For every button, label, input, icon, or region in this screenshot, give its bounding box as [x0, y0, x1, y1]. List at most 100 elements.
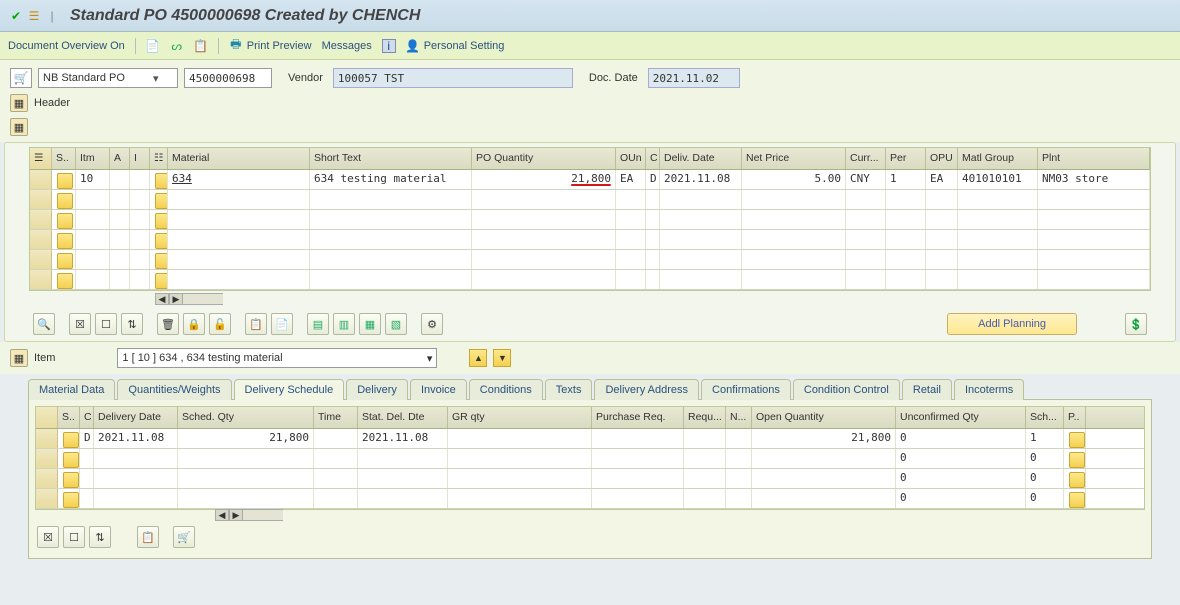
expand-item-icon[interactable]: ▦ — [10, 349, 28, 367]
tab-incoterms[interactable]: Incoterms — [954, 379, 1024, 400]
cell-opu[interactable]: EA — [926, 170, 958, 189]
table-row[interactable]: 00 — [36, 489, 1144, 509]
cart-icon[interactable]: 🛒 — [10, 68, 32, 88]
doc-date-field[interactable]: 2021.11.02 — [648, 68, 740, 88]
status-button[interactable] — [57, 253, 73, 269]
sched-status-button[interactable] — [63, 432, 79, 448]
cell-material[interactable]: 634 — [168, 170, 310, 189]
scol-requ[interactable]: Requ... — [684, 407, 726, 428]
sched-status-button[interactable] — [63, 452, 79, 468]
status-button[interactable] — [57, 233, 73, 249]
sched-copy[interactable]: 📋 — [137, 526, 159, 548]
sched-p-button[interactable] — [1069, 452, 1085, 468]
material-button[interactable] — [155, 233, 168, 249]
tab-conditions[interactable]: Conditions — [469, 379, 543, 400]
sched-row-selector[interactable] — [36, 407, 58, 428]
cell-itm[interactable]: 10 — [76, 170, 110, 189]
tab-invoice[interactable]: Invoice — [410, 379, 467, 400]
cell-poqty[interactable]: 21,800 — [571, 172, 611, 185]
tab-quantities-weights[interactable]: Quantities/Weights — [117, 379, 231, 400]
unlock-button[interactable]: 🔓 — [209, 313, 231, 335]
menu-icon[interactable]: ☰ — [26, 8, 42, 24]
sched-hscroll[interactable]: ◀▶ — [35, 510, 1145, 522]
document-overview-button[interactable]: Document Overview On — [8, 40, 125, 52]
personal-setting-button[interactable]: 👤Personal Setting — [406, 39, 505, 53]
deselect-all-button[interactable]: ☐ — [95, 313, 117, 335]
cell-plnt[interactable]: NM03 store — [1038, 170, 1150, 189]
sched-sort[interactable]: ⇅ — [89, 526, 111, 548]
col-c[interactable]: C — [646, 148, 660, 169]
sched-p-button[interactable] — [1069, 492, 1085, 508]
po-type-dropdown[interactable]: NB Standard PO — [38, 68, 178, 88]
col-per[interactable]: Per — [886, 148, 926, 169]
scol-preq[interactable]: Purchase Req. — [592, 407, 684, 428]
sched-p-button[interactable] — [1069, 432, 1085, 448]
prev-item-button[interactable]: ▲ — [469, 349, 487, 367]
cell-a[interactable] — [110, 170, 130, 189]
col-itm[interactable]: Itm — [76, 148, 110, 169]
copy-button[interactable]: 📋 — [245, 313, 267, 335]
material-button[interactable] — [155, 213, 168, 229]
scol-c[interactable]: C — [80, 407, 94, 428]
collapse-items-icon[interactable]: ▦ — [10, 118, 28, 136]
status-button[interactable] — [57, 273, 73, 289]
scol-delivdate[interactable]: Delivery Date — [94, 407, 178, 428]
scol-openqty[interactable]: Open Quantity — [752, 407, 896, 428]
tab-retail[interactable]: Retail — [902, 379, 952, 400]
scol-p[interactable]: P.. — [1064, 407, 1086, 428]
col-oun[interactable]: OUn — [616, 148, 646, 169]
next-item-button[interactable]: ▼ — [493, 349, 511, 367]
filter3-button[interactable]: ▦ — [359, 313, 381, 335]
select-all-button[interactable]: ☒ — [69, 313, 91, 335]
items-hscroll[interactable]: ◀▶ — [5, 295, 1175, 307]
col-matlgroup[interactable]: Matl Group — [958, 148, 1038, 169]
sched-deselect-all[interactable]: ☐ — [63, 526, 85, 548]
tab-delivery[interactable]: Delivery — [346, 379, 408, 400]
col-i[interactable]: I — [130, 148, 150, 169]
create-icon[interactable]: 📄 — [146, 39, 160, 53]
scol-unconf[interactable]: Unconfirmed Qty — [896, 407, 1026, 428]
addl-planning-button[interactable]: Addl Planning — [947, 313, 1077, 335]
tab-delivery-schedule[interactable]: Delivery Schedule — [234, 379, 345, 400]
other-po-icon[interactable]: 📋 — [194, 39, 208, 53]
currency-button[interactable]: 💲 — [1125, 313, 1147, 335]
print-preview-button[interactable]: 🖶Print Preview — [229, 39, 312, 53]
material-button[interactable] — [155, 273, 168, 289]
cell-oun[interactable]: EA — [616, 170, 646, 189]
cell-netprice[interactable]: 5.00 — [742, 170, 846, 189]
tab-texts[interactable]: Texts — [545, 379, 593, 400]
sched-status-button[interactable] — [63, 492, 79, 508]
paste-button[interactable]: 📄 — [271, 313, 293, 335]
filter4-button[interactable]: ▧ — [385, 313, 407, 335]
table-row[interactable] — [30, 210, 1150, 230]
lock-button[interactable]: 🔒 — [183, 313, 205, 335]
col-opu[interactable]: OPU — [926, 148, 958, 169]
sched-status-button[interactable] — [63, 472, 79, 488]
material-button[interactable] — [155, 173, 168, 189]
row-selector-header[interactable]: ☰ — [30, 148, 52, 169]
col-netprice[interactable]: Net Price — [742, 148, 846, 169]
col-a[interactable]: A — [110, 148, 130, 169]
scol-n[interactable]: N... — [726, 407, 752, 428]
check-icon[interactable]: ✔ — [8, 8, 24, 24]
default-values-button[interactable]: ⚙ — [421, 313, 443, 335]
tab-delivery-address[interactable]: Delivery Address — [594, 379, 699, 400]
delete-button[interactable]: 🗑 — [157, 313, 179, 335]
filter2-button[interactable]: ▥ — [333, 313, 355, 335]
tab-condition-control[interactable]: Condition Control — [793, 379, 900, 400]
table-row[interactable]: 10 634 634 testing material 21,800 EA D … — [30, 170, 1150, 190]
cell-i[interactable] — [130, 170, 150, 189]
messages-button[interactable]: Messages — [322, 40, 372, 52]
table-row[interactable] — [30, 230, 1150, 250]
col-plnt[interactable]: Plnt — [1038, 148, 1150, 169]
display-change-icon[interactable]: ᔕ — [170, 39, 184, 53]
cell-per[interactable]: 1 — [886, 170, 926, 189]
table-row[interactable]: D2021.11.0821,8002021.11.0821,80001 — [36, 429, 1144, 449]
col-status[interactable]: S.. — [52, 148, 76, 169]
col-curr[interactable]: Curr... — [846, 148, 886, 169]
status-button[interactable] — [57, 193, 73, 209]
sched-cart[interactable]: 🛒 — [173, 526, 195, 548]
item-selector-dropdown[interactable]: 1 [ 10 ] 634 , 634 testing material▾ — [117, 348, 437, 368]
sched-select-all[interactable]: ☒ — [37, 526, 59, 548]
status-button[interactable] — [57, 173, 73, 189]
